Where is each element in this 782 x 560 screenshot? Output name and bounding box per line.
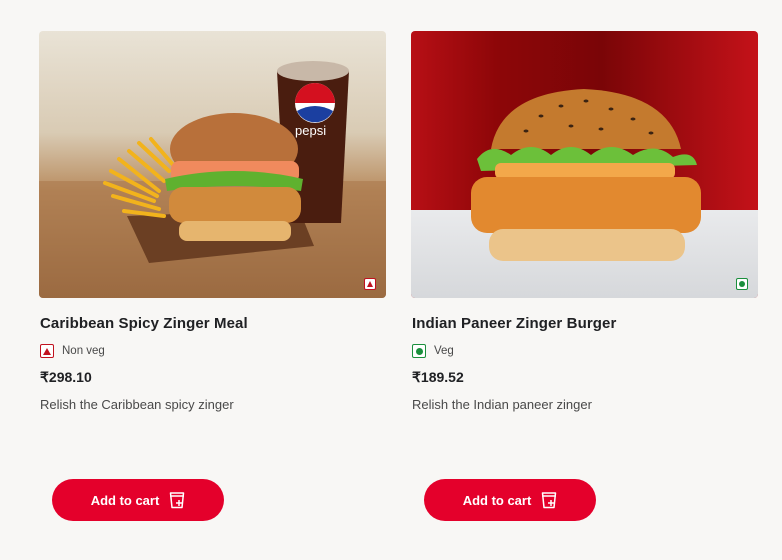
add-to-cart-button[interactable]: Add to cart — [52, 479, 224, 521]
diet-label: Veg — [434, 345, 454, 357]
non-veg-icon — [40, 344, 54, 358]
non-veg-badge-icon — [364, 278, 376, 290]
product-card: pepsi Caribbean Spicy Zinger Meal Non ve… — [39, 31, 386, 551]
bucket-add-icon — [170, 492, 185, 509]
add-to-cart-label: Add to cart — [462, 492, 532, 508]
bucket-add-icon — [542, 492, 557, 509]
veg-icon — [412, 344, 426, 358]
burger-illustration — [471, 89, 701, 261]
diet-label: Non veg — [62, 345, 105, 357]
pepsi-logo-text: pepsi — [295, 123, 326, 138]
product-description: Relish the Indian paneer zinger — [412, 397, 592, 412]
product-card: Indian Paneer Zinger Burger Veg ₹189.52 … — [411, 31, 758, 551]
product-title[interactable]: Caribbean Spicy Zinger Meal — [40, 315, 248, 332]
diet-indicator: Non veg — [40, 344, 105, 358]
veg-badge-icon — [736, 278, 748, 290]
add-to-cart-button[interactable]: Add to cart — [424, 479, 596, 521]
product-price: ₹298.10 — [40, 369, 92, 385]
product-description: Relish the Caribbean spicy zinger — [40, 397, 234, 412]
product-image[interactable] — [411, 31, 758, 298]
meal-illustration: pepsi — [39, 61, 386, 298]
add-to-cart-label: Add to cart — [90, 492, 160, 508]
product-image[interactable]: pepsi — [39, 31, 386, 298]
diet-indicator: Veg — [412, 344, 454, 358]
product-price: ₹189.52 — [412, 369, 464, 385]
product-title[interactable]: Indian Paneer Zinger Burger — [412, 315, 616, 332]
